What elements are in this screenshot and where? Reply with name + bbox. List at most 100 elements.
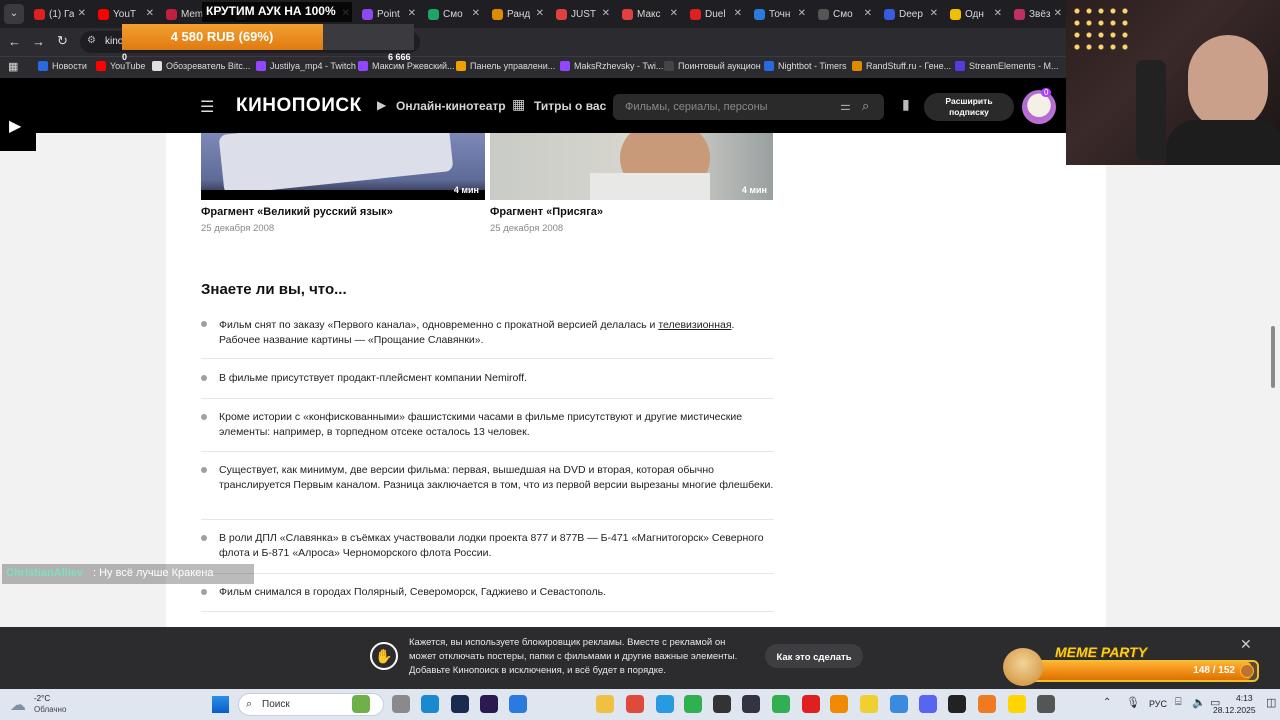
clip-title-1[interactable]: Фрагмент «Великий русский язык» — [201, 206, 393, 218]
bookmark-item[interactable]: Панель управлени... — [456, 61, 555, 71]
phone-icon[interactable] — [772, 695, 790, 713]
photo-icon[interactable] — [352, 695, 370, 713]
site-info-icon[interactable]: ⚙ — [87, 35, 96, 46]
re-app-icon[interactable] — [948, 695, 966, 713]
browser-tab[interactable]: Одн ✕ — [942, 0, 1006, 28]
nav-online-cinema[interactable]: Онлайн-кинотеатр — [396, 99, 506, 113]
settings-icon[interactable] — [1037, 695, 1055, 713]
nav-titles-about-you[interactable]: Титры о вас — [534, 99, 606, 113]
premiere-icon[interactable] — [480, 695, 498, 713]
search-input[interactable]: Фильмы, сериалы, персоны — [625, 101, 768, 113]
obs-icon[interactable] — [713, 695, 731, 713]
volume-icon[interactable]: 🔈 — [1192, 696, 1206, 709]
photoshop-icon[interactable] — [451, 695, 469, 713]
kp-logo[interactable]: КИНОПОИСК — [236, 95, 362, 117]
tab-list-button[interactable]: ⌄ — [4, 4, 24, 24]
tab-close-icon[interactable]: ✕ — [536, 8, 544, 19]
taskview-icon[interactable] — [392, 695, 410, 713]
subscribe-button[interactable]: Расширить подписку — [924, 93, 1014, 121]
tab-close-icon[interactable]: ✕ — [734, 8, 742, 19]
tray-chevron-icon[interactable]: ⌃ — [1103, 697, 1111, 708]
bookmark-item[interactable]: Новости — [38, 61, 87, 71]
back-icon[interactable]: ← — [8, 34, 21, 49]
reload-icon[interactable]: ↻ — [57, 33, 68, 49]
bookmark-item[interactable]: StreamElements - M... — [955, 61, 1059, 71]
shield-icon[interactable] — [742, 695, 760, 713]
page-scrollbar[interactable] — [1268, 168, 1278, 627]
language-indicator[interactable]: РУС — [1149, 699, 1167, 709]
search-box[interactable]: Фильмы, сериалы, персоны ⚌ ⌕ — [613, 94, 884, 120]
tab-favicon-icon — [690, 8, 701, 20]
clip-thumbnail-2[interactable]: 4 мин — [490, 133, 773, 200]
tab-close-icon[interactable]: ✕ — [602, 8, 610, 19]
bookmark-label: Nightbot - Timers — [778, 61, 847, 71]
tab-close-icon[interactable]: ✕ — [994, 8, 1002, 19]
browser-tab[interactable]: Смо ✕ — [420, 0, 484, 28]
fact-text: Существует, как минимум, две версии филь… — [219, 464, 774, 491]
bookmark-icon[interactable]: ▮ — [902, 96, 910, 113]
yandex-icon[interactable] — [802, 695, 820, 713]
browser-tab[interactable]: Duel ✕ — [682, 0, 746, 28]
tab-close-icon[interactable]: ✕ — [930, 8, 938, 19]
weather-cloud-icon[interactable]: ☁ — [10, 695, 26, 715]
tab-title: Deep — [899, 8, 923, 20]
bookmark-label: Панель управлени... — [470, 61, 556, 71]
app-icon[interactable] — [509, 695, 527, 713]
browser-tab[interactable]: Ранд ✕ — [484, 0, 548, 28]
bookmark-item[interactable]: RandStuff.ru - Гене... — [852, 61, 951, 71]
tab-title: Звёз — [1029, 8, 1051, 20]
tab-close-icon[interactable]: ✕ — [1054, 8, 1062, 19]
bookmark-favicon-icon — [560, 61, 570, 71]
telegram-icon[interactable] — [656, 695, 674, 713]
clip-thumbnail-1[interactable]: 4 мин — [201, 133, 485, 200]
scrollbar-thumb[interactable] — [1271, 326, 1275, 388]
tab-close-icon[interactable]: ✕ — [670, 8, 678, 19]
browser-tab[interactable]: (1) Га ✕ — [26, 0, 90, 28]
tab-close-icon[interactable]: ✕ — [864, 8, 872, 19]
fact-divider — [201, 573, 774, 574]
forward-icon[interactable]: → — [32, 34, 45, 49]
network-icon[interactable]: ⌸ — [1175, 696, 1182, 709]
tab-title: Одн — [965, 8, 984, 20]
start-button[interactable] — [212, 696, 229, 713]
weather-desc: Облачно — [34, 705, 67, 714]
whatsapp-icon[interactable] — [684, 695, 702, 713]
browser-tab[interactable]: JUST ✕ — [548, 0, 614, 28]
browser-tab[interactable]: Макс ✕ — [614, 0, 682, 28]
browser-tab[interactable]: Точн ✕ — [746, 0, 810, 28]
chrome-icon[interactable] — [626, 695, 644, 713]
notes-icon[interactable] — [860, 695, 878, 713]
stream-play-icon[interactable]: ▶ — [9, 116, 21, 136]
search-icon[interactable]: ⌕ — [862, 98, 869, 114]
clock-date[interactable]: 28.12.2025 — [1213, 705, 1256, 715]
meme-party-title: MEME PARTY — [1055, 644, 1148, 660]
bookmark-item[interactable]: MaksRzhevsky - Twi... — [560, 61, 663, 71]
notifications-icon[interactable]: ◫ — [1266, 696, 1276, 709]
tray-mic-icon[interactable]: 🎙 — [1126, 696, 1140, 709]
menu-icon[interactable]: ☰ — [200, 97, 214, 117]
tab-close-icon[interactable]: ✕ — [472, 8, 480, 19]
bookmark-favicon-icon — [955, 61, 965, 71]
bookmark-item[interactable]: Nightbot - Timers — [764, 61, 847, 71]
browser-tab[interactable]: Звёз ✕ — [1006, 0, 1066, 28]
discord-icon[interactable] — [919, 695, 937, 713]
bookmark-item[interactable]: Поинтовый аукцион — [664, 61, 761, 71]
tab-close-icon[interactable]: ✕ — [798, 8, 806, 19]
vlc-icon[interactable] — [830, 695, 848, 713]
browser-tab[interactable]: Deep ✕ — [876, 0, 942, 28]
apps-grid-icon[interactable]: ▦ — [8, 60, 18, 73]
clip-title-2[interactable]: Фрагмент «Присяга» — [490, 206, 603, 218]
explorer-icon[interactable] — [596, 695, 614, 713]
fact-link-tv[interactable]: телевизионная — [658, 319, 731, 331]
filters-icon[interactable]: ⚌ — [840, 99, 851, 113]
browser-tab[interactable]: Смо ✕ — [810, 0, 876, 28]
clip-duration-2: 4 мин — [741, 185, 767, 195]
avatar[interactable]: 0 — [1022, 88, 1056, 124]
firefox-icon[interactable] — [978, 695, 996, 713]
grid-app-icon[interactable] — [890, 695, 908, 713]
adblock-how-button[interactable]: Как это сделать — [765, 644, 863, 668]
edge-icon[interactable] — [421, 695, 439, 713]
tab-close-icon[interactable]: ✕ — [78, 8, 86, 19]
clock-time[interactable]: 4:13 — [1236, 693, 1253, 703]
battery-app-icon[interactable] — [1008, 695, 1026, 713]
